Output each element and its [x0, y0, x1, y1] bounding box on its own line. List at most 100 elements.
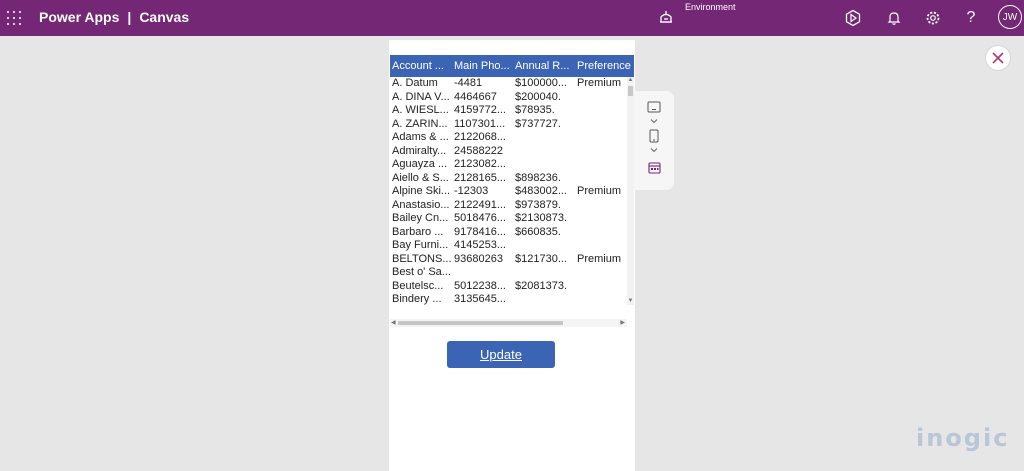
cell-main-phone: 4464667: [454, 90, 497, 103]
cell-annual-revenue: $2081373.: [515, 279, 567, 292]
help-icon[interactable]: ?: [961, 8, 981, 28]
cell-preference: [575, 226, 634, 240]
cell-preference: [575, 280, 634, 294]
scroll-up-icon[interactable]: ▲: [627, 77, 634, 84]
cell-main-phone: 24588222: [454, 144, 503, 157]
scroll-down-icon[interactable]: ▼: [627, 298, 634, 305]
cell-preference: [575, 158, 634, 172]
column-header-preference[interactable]: Preference: [575, 55, 634, 77]
cell-account: A. ZARIN...: [392, 117, 448, 130]
cell-main-phone: 2123082...: [454, 158, 506, 170]
table-row[interactable]: BELTONS... 93680263 $121730... Premium: [390, 253, 634, 267]
table-row[interactable]: Aiello & S... 2128165... $898236.: [390, 172, 634, 186]
cell-preference: [575, 91, 634, 105]
cell-main-phone: 4159772...: [454, 104, 506, 116]
table-row[interactable]: A. DINA V... 4464667 $200040.: [390, 91, 634, 105]
table-row[interactable]: Beutelsc... 5012238... $2081373.: [390, 280, 634, 294]
scroll-left-icon[interactable]: ◀: [391, 319, 396, 327]
table-body: A. Datum -4481 $100000... Premium A. DINA V…: [390, 77, 634, 305]
cell-main-phone: [452, 266, 513, 280]
table-row[interactable]: A. WIESL... 4159772... $78935.: [390, 104, 634, 118]
table-row[interactable]: Bindery ... 3135645...: [390, 293, 634, 305]
chevron-down-icon[interactable]: [646, 142, 662, 158]
cell-main-phone: 1107301...: [454, 117, 506, 130]
cell-account: Barbaro ...: [392, 225, 444, 238]
cell-preference: [575, 131, 634, 145]
cell-preference: [575, 212, 634, 226]
column-header-annual-revenue[interactable]: Annual R...: [513, 55, 575, 77]
cell-annual-revenue: $78935.: [515, 104, 555, 116]
cell-preference: [575, 118, 634, 132]
cell-account: A. Datum: [392, 77, 438, 89]
cell-annual-revenue: $121730...: [515, 252, 567, 265]
table-header: Account ... Main Pho... Annual R... Pref…: [390, 55, 634, 77]
horizontal-scrollbar[interactable]: ◀ ▶: [390, 319, 627, 327]
app-name: Power Apps: [39, 9, 120, 25]
chevron-down-icon[interactable]: [646, 113, 662, 129]
cell-account: BELTONS...: [392, 252, 452, 265]
cell-preference: [575, 239, 634, 253]
cell-annual-revenue: $737727.: [515, 117, 561, 130]
cell-annual-revenue: $100000...: [515, 77, 567, 89]
table-row[interactable]: Best o' Sa...: [390, 266, 634, 280]
top-bar: Power Apps | Canvas Environment ? JW: [0, 0, 1024, 36]
cell-main-phone: 9178416...: [454, 225, 506, 238]
cell-account: Aguayza ...: [392, 158, 448, 170]
cell-preference: [575, 104, 634, 118]
cell-preference: [575, 172, 634, 186]
cell-main-phone: 93680263: [454, 252, 503, 265]
cell-annual-revenue: [513, 266, 575, 280]
table-row[interactable]: A. ZARIN... 1107301... $737727.: [390, 118, 634, 132]
data-table[interactable]: Account ... Main Pho... Annual R... Pref…: [390, 55, 634, 353]
table-row[interactable]: Bay Furni... 4145253...: [390, 239, 634, 253]
cell-preference: Premium: [577, 77, 622, 89]
table-row[interactable]: Alpine Ski... -12303 $483002... Premium: [390, 185, 634, 199]
cell-account: Beutelsc...: [392, 279, 444, 292]
table-row[interactable]: Adams & ... 2122068...: [390, 131, 634, 145]
cell-account: Adams & ...: [392, 131, 449, 143]
calendar-icon[interactable]: [646, 159, 662, 175]
cell-preference: [575, 293, 634, 305]
cell-annual-revenue: [513, 145, 575, 159]
table-row[interactable]: A. Datum -4481 $100000... Premium: [390, 77, 634, 91]
cell-account: A. WIESL...: [392, 104, 449, 116]
copilot-icon[interactable]: [843, 8, 863, 28]
cell-account: Anastasio...: [392, 198, 450, 211]
cell-annual-revenue: [513, 239, 575, 253]
layout-panel: [634, 91, 674, 190]
gear-icon[interactable]: [923, 8, 943, 28]
table-row[interactable]: Anastasio... 2122491... $973879.: [390, 199, 634, 213]
app-mode: Canvas: [139, 9, 190, 25]
cell-account: Aiello & S...: [392, 171, 449, 184]
cell-main-phone: 5018476...: [454, 212, 506, 224]
cell-annual-revenue: $660835.: [515, 225, 561, 238]
cell-annual-revenue: [513, 293, 575, 305]
close-button[interactable]: [985, 45, 1011, 71]
cell-account: Alpine Ski...: [392, 185, 451, 197]
table-row[interactable]: Barbaro ... 9178416... $660835.: [390, 226, 634, 240]
app-title[interactable]: Power Apps | Canvas: [39, 9, 189, 25]
cell-account: Admiralty...: [392, 144, 447, 157]
vertical-scrollbar[interactable]: ▲ ▼: [627, 77, 634, 305]
avatar[interactable]: JW: [998, 5, 1022, 29]
table-row[interactable]: Aguayza ... 2123082...: [390, 158, 634, 172]
horizontal-scroll-thumb[interactable]: [398, 321, 563, 325]
cell-annual-revenue: $483002...: [515, 185, 567, 197]
cell-main-phone: 5012238...: [454, 279, 506, 292]
cell-preference: [575, 266, 634, 280]
cell-annual-revenue: $898236.: [515, 171, 561, 184]
cell-main-phone: -4481: [454, 77, 483, 89]
waffle-icon[interactable]: [7, 11, 21, 25]
column-header-account[interactable]: Account ...: [390, 55, 452, 77]
scroll-right-icon[interactable]: ▶: [620, 319, 625, 327]
vertical-scroll-thumb[interactable]: [628, 86, 633, 96]
cell-preference: [575, 145, 634, 159]
update-button[interactable]: Update: [447, 341, 555, 368]
cell-main-phone: 4145253...: [454, 239, 506, 251]
environment-label[interactable]: Environment: [685, 2, 736, 12]
environment-icon[interactable]: [658, 9, 674, 25]
table-row[interactable]: Admiralty... 24588222: [390, 145, 634, 159]
table-row[interactable]: Bailey Cn... 5018476... $2130873.: [390, 212, 634, 226]
bell-icon[interactable]: [884, 8, 904, 28]
column-header-main-phone[interactable]: Main Pho...: [452, 55, 513, 77]
